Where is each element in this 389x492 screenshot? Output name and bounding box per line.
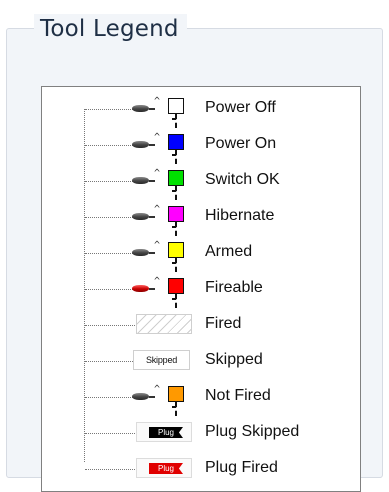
row-connector [85,253,135,254]
switch-caret-icon: ^ [154,96,161,107]
wire-hook [172,190,176,192]
legend-label: Plug Fired [205,459,278,476]
legend-panel: ^ Power Off ^ Power On ^ Switch OK ^ Hib… [41,86,361,492]
group-title: Tool Legend [34,14,187,44]
row-connector [85,397,135,398]
plug-icon [132,285,149,292]
plug-tip [149,108,155,110]
legend-item-fired: Fired [42,310,360,340]
plug-skipped-icon: Plug [136,422,192,442]
status-swatch-icon [168,386,184,402]
row-connector [85,181,135,182]
wire-hook [172,262,176,264]
plug-icon [132,213,149,220]
plug-icon [132,393,149,400]
wire-stem [175,294,177,308]
legend-item-power-on: ^ Power On [42,130,360,164]
wire-hook [172,406,176,408]
row-connector [85,109,135,110]
legend-label: Fired [205,315,242,332]
plug-tip [149,252,155,254]
legend-item-switch-ok: ^ Switch OK [42,166,360,200]
status-swatch-icon [168,278,184,294]
legend-label: Armed [205,243,253,260]
switch-caret-icon: ^ [154,204,161,215]
legend-label: Fireable [205,279,263,296]
plug-tip [149,144,155,146]
wire-stem [175,258,177,272]
skipped-tag-icon: Skipped [133,350,190,370]
plug-tag: Plug [149,463,183,474]
row-connector [85,289,135,290]
legend-item-not-fired: ^ Not Fired [42,382,360,416]
status-swatch-icon [168,98,184,114]
plug-tip [149,216,155,218]
status-swatch-icon [168,242,184,258]
legend-item-armed: ^ Armed [42,238,360,272]
switch-caret-icon: ^ [154,240,161,251]
plug-tip [149,180,155,182]
legend-label: Plug Skipped [205,423,300,440]
plug-tag: Plug [149,427,183,438]
wire-stem [175,402,177,416]
legend-label: Skipped [205,351,263,368]
wire-stem [175,222,177,236]
wire-stem [175,150,177,164]
plug-tip [149,396,155,398]
wire-stem [175,186,177,200]
fired-hatched-icon [136,314,192,334]
tool-legend-group: ^ Power Off ^ Power On ^ Switch OK ^ Hib… [6,28,383,492]
legend-item-hibernate: ^ Hibernate [42,202,360,236]
switch-caret-icon: ^ [154,132,161,143]
legend-item-fireable: ^ Fireable [42,274,360,308]
status-swatch-icon [168,134,184,150]
switch-caret-icon: ^ [154,168,161,179]
status-swatch-icon [168,206,184,222]
row-connector [85,217,135,218]
legend-item-power-off: ^ Power Off [42,94,360,128]
plug-icon [132,177,149,184]
plug-fired-icon: Plug [136,458,192,478]
status-swatch-icon [168,170,184,186]
legend-item-plug-skipped: Plug Plug Skipped [42,418,360,448]
switch-caret-icon: ^ [154,384,161,395]
wire-hook [172,154,176,156]
plug-icon [132,249,149,256]
legend-item-skipped: Skipped Skipped [42,346,360,376]
legend-label: Power On [205,135,277,152]
row-connector [85,145,135,146]
plug-icon [132,141,149,148]
plug-icon [132,105,149,112]
wire-hook [172,298,176,300]
legend-label: Power Off [205,99,276,116]
plug-tip [149,288,155,290]
legend-label: Not Fired [205,387,271,404]
switch-caret-icon: ^ [154,276,161,287]
legend-label: Switch OK [205,171,280,188]
wire-hook [172,118,176,120]
legend-label: Hibernate [205,207,275,224]
legend-item-plug-fired: Plug Plug Fired [42,454,360,484]
wire-hook [172,226,176,228]
wire-stem [175,114,177,128]
